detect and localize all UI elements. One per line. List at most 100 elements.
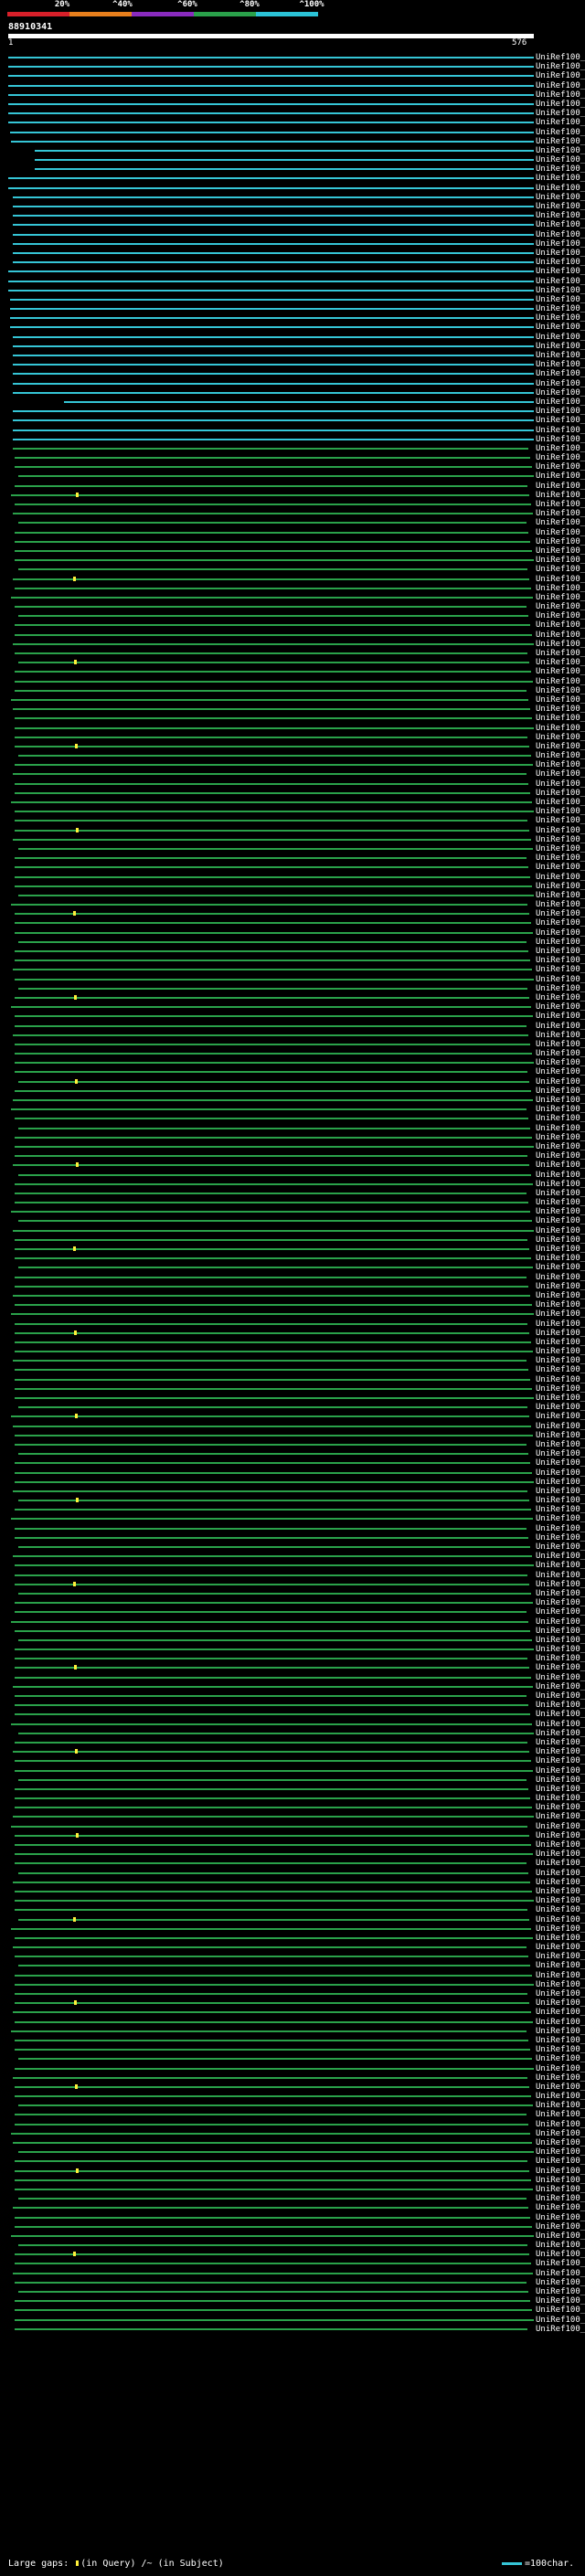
hit-row[interactable]: UniRef100_B5HSP5 — [0, 1505, 585, 1514]
hit-row[interactable]: UniRef100_B8HSY2 — [0, 975, 585, 984]
hit-row[interactable]: UniRef100_Q5QSW1 — [0, 398, 585, 407]
hit-alignment-line[interactable] — [13, 447, 528, 450]
hit-alignment-line[interactable] — [15, 1471, 532, 1474]
hit-label[interactable]: UniRef100_B4VMD8 — [536, 1058, 585, 1067]
hit-row[interactable]: UniRef100_B2V6M2 — [0, 695, 585, 705]
hit-label[interactable]: UniRef100_B9T183 — [536, 53, 585, 62]
hit-alignment-line[interactable] — [15, 1043, 530, 1045]
hit-row[interactable]: UniRef100_A9GS19 — [0, 426, 585, 435]
hit-alignment-line[interactable] — [15, 2318, 534, 2321]
hit-label[interactable]: UniRef100_B7GV55 — [536, 760, 585, 769]
hit-label[interactable]: UniRef100_C4F1I6 — [536, 882, 585, 891]
hit-row[interactable]: UniRef100_C7IQZ8 — [0, 1384, 585, 1394]
hit-row[interactable]: UniRef100_UP1000... — [0, 1915, 585, 1924]
hit-alignment-line[interactable] — [13, 2076, 527, 2079]
hit-label[interactable]: UniRef100_Q0I4G4 — [536, 1002, 585, 1012]
hit-row[interactable]: UniRef100_C4FPN0 — [0, 1571, 585, 1580]
hit-row[interactable]: UniRef100_B1N5Y8 — [0, 1226, 585, 1235]
hit-label[interactable]: UniRef100_B5GNX0 — [536, 1654, 585, 1663]
hit-label[interactable]: UniRef100_A4F2N1 — [536, 2213, 585, 2222]
hit-row[interactable]: UniRef100_B0C012 — [0, 313, 585, 323]
hit-alignment-line[interactable] — [13, 1489, 527, 1492]
hit-row[interactable]: UniRef100_A6R1B6 — [0, 1282, 585, 1291]
hit-alignment-line[interactable] — [15, 2160, 527, 2163]
hit-alignment-line[interactable] — [15, 1238, 527, 1241]
hit-row[interactable]: UniRef100_Q4CAJ8 — [0, 220, 585, 229]
hit-row[interactable]: UniRef100_A6LE67 — [0, 1840, 585, 1850]
hit-alignment-line[interactable] — [18, 475, 534, 478]
hit-label[interactable]: UniRef100_C6Q900 — [536, 1403, 585, 1412]
hit-label[interactable]: UniRef100_UP1000... — [536, 2222, 585, 2231]
hit-row[interactable]: UniRef100_Q3ZB95 — [0, 528, 585, 537]
hit-row[interactable]: UniRef100_C2C1N7 — [0, 2147, 585, 2157]
hit-label[interactable]: UniRef100_B0KE33 — [536, 2231, 585, 2241]
hit-label[interactable]: UniRef100_B7J3S0 — [536, 649, 585, 658]
hit-alignment-line[interactable] — [13, 1229, 534, 1232]
hit-row[interactable]: UniRef100_C9RSY3 — [0, 1859, 585, 1868]
hit-row[interactable]: UniRef100_B0K3V8 — [0, 1347, 585, 1356]
hit-label[interactable]: UniRef100_B1LSF5 — [536, 2054, 585, 2063]
hit-label[interactable]: UniRef100_B0JLF7 — [536, 295, 585, 304]
hit-label[interactable]: UniRef100_A5CXT4 — [536, 1803, 585, 1812]
hit-row[interactable]: UniRef100_A5BRX1 — [0, 155, 585, 164]
hit-label[interactable]: UniRef100_A7N694 — [536, 1756, 585, 1765]
hit-alignment-line[interactable] — [15, 540, 530, 543]
hit-alignment-line[interactable] — [10, 298, 534, 301]
hit-alignment-line[interactable] — [15, 1136, 532, 1139]
hit-row[interactable]: UniRef100_B5VWE3 — [0, 249, 585, 258]
hit-row[interactable]: UniRef100_A1HTC8 — [0, 1235, 585, 1245]
hit-row[interactable]: UniRef100_Q2W650 — [0, 1216, 585, 1225]
hit-label[interactable]: UniRef100_Q3AB56 — [536, 1478, 585, 1487]
hit-row[interactable]: UniRef100_A5BHW8 — [0, 109, 585, 118]
hit-alignment-line[interactable] — [8, 75, 534, 78]
hit-label[interactable]: UniRef100_Q2JLF3 — [536, 965, 585, 974]
hit-alignment-line[interactable] — [15, 996, 529, 999]
hit-alignment-line[interactable] — [15, 1145, 534, 1148]
hit-alignment-line[interactable] — [13, 382, 534, 385]
hit-alignment-line[interactable] — [15, 1304, 532, 1307]
hit-row[interactable]: UniRef100_A3IZ47 — [0, 407, 585, 416]
hit-row[interactable]: UniRef100_Q0SMD6 — [0, 677, 585, 686]
hit-alignment-line[interactable] — [15, 1695, 526, 1697]
hit-alignment-line[interactable] — [18, 1546, 530, 1548]
hit-row[interactable]: UniRef100_UP1000... — [0, 118, 585, 127]
hit-alignment-line[interactable] — [11, 1723, 532, 1725]
hit-alignment-line[interactable] — [15, 2327, 527, 2330]
hit-row[interactable]: UniRef100_C9NH07 — [0, 2185, 585, 2194]
hit-label[interactable]: UniRef100_UP1000... — [536, 593, 585, 602]
hit-label[interactable]: UniRef100_A8ZXY4 — [536, 2167, 585, 2176]
hit-alignment-line[interactable] — [18, 1592, 531, 1595]
hit-label[interactable]: UniRef100_B0VRJ1 — [536, 491, 585, 500]
hit-alignment-line[interactable] — [18, 1453, 528, 1456]
hit-label[interactable]: UniRef100_A0LFC2 — [536, 1320, 585, 1329]
hit-row[interactable]: UniRef100_B8J4E4 — [0, 1533, 585, 1542]
hit-row[interactable]: UniRef100_B5YLD2 — [0, 518, 585, 527]
hit-label[interactable]: UniRef100_Q2YZU9 — [536, 1561, 585, 1570]
hit-row[interactable]: UniRef100_C6QX07 — [0, 1961, 585, 1970]
hit-alignment-line[interactable] — [15, 1341, 531, 1343]
hit-alignment-line[interactable] — [18, 987, 527, 990]
hit-label[interactable]: UniRef100_C0ZGT7 — [536, 789, 585, 798]
hit-alignment-line[interactable] — [13, 335, 534, 338]
hit-alignment-line[interactable] — [15, 1713, 530, 1716]
hit-row[interactable]: UniRef100_Q9L278 — [0, 1701, 585, 1710]
hit-row[interactable]: UniRef100_C0SWP8 — [0, 602, 585, 611]
hit-alignment-line[interactable] — [15, 913, 529, 916]
hit-alignment-line[interactable] — [13, 242, 534, 245]
hit-label[interactable]: UniRef100_C4V3B8 — [536, 1496, 585, 1505]
hit-alignment-line[interactable] — [15, 1629, 530, 1632]
hit-label[interactable]: UniRef100_Q1LR23 — [536, 1151, 585, 1161]
hit-alignment-line[interactable] — [15, 1155, 527, 1158]
hit-alignment-line[interactable] — [11, 1825, 527, 1828]
hit-label[interactable]: UniRef100_A7Q355 — [536, 71, 585, 80]
hit-alignment-line[interactable] — [13, 2272, 533, 2274]
hit-row[interactable]: UniRef100_UP1000... — [0, 1673, 585, 1682]
hit-label[interactable]: UniRef100_B5MRR3 — [536, 835, 585, 844]
hit-row[interactable]: UniRef100_B9K8B0 — [0, 1422, 585, 1431]
hit-alignment-line[interactable] — [15, 466, 532, 469]
hit-alignment-line[interactable] — [15, 1369, 528, 1372]
hit-row[interactable]: UniRef100_A3CP58 — [0, 2287, 585, 2296]
hit-alignment-line[interactable] — [15, 1676, 531, 1679]
hit-row[interactable]: UniRef100_Q01902 — [0, 388, 585, 398]
hit-label[interactable]: UniRef100_Q55806 — [536, 1031, 585, 1040]
